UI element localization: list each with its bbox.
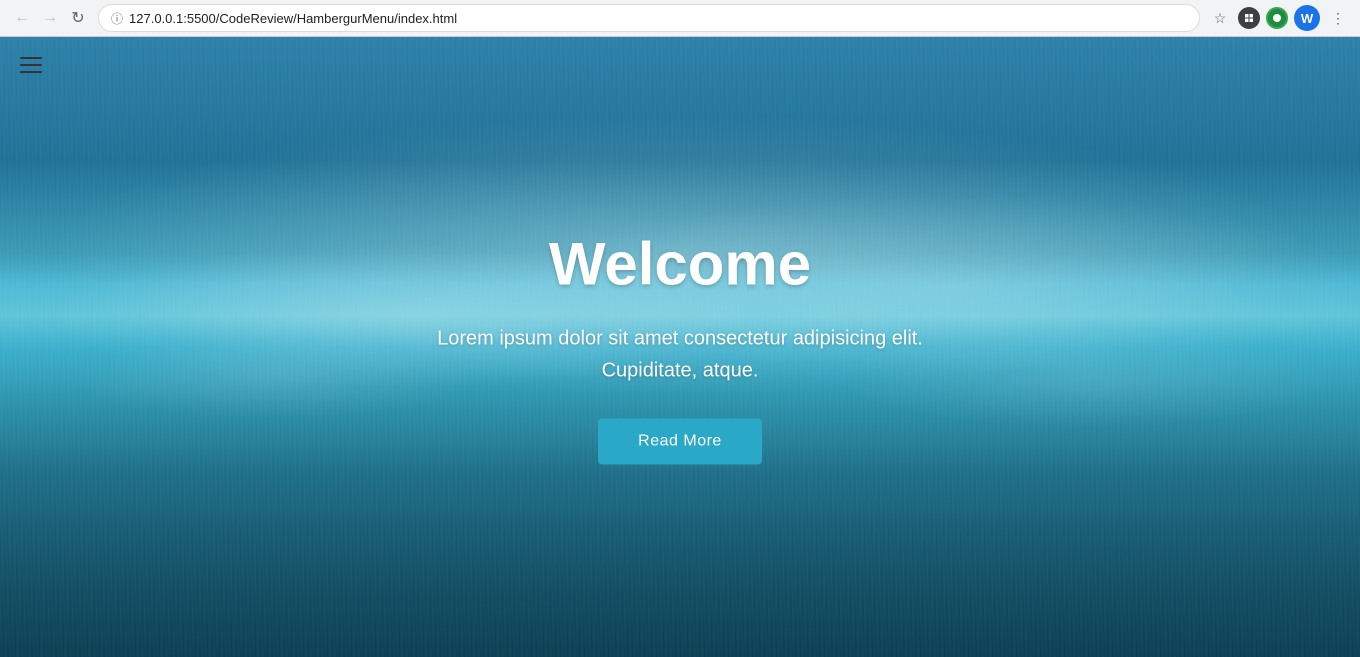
profile-button[interactable]: W (1294, 5, 1320, 31)
hamburger-line-2 (20, 64, 42, 66)
hero-title: Welcome (330, 230, 1030, 299)
browser-chrome: ← → ↻ ⓘ ☆ W ⋮ (0, 0, 1360, 37)
website-container: Welcome Lorem ipsum dolor sit amet conse… (0, 37, 1360, 657)
extension-icon-1 (1238, 7, 1260, 29)
menu-button[interactable]: ⋮ (1326, 6, 1350, 30)
hero-subtitle: Lorem ipsum dolor sit amet consectetur a… (330, 323, 1030, 387)
forward-button[interactable]: → (38, 6, 62, 30)
hero-subtitle-line1: Lorem ipsum dolor sit amet consectetur a… (437, 328, 923, 350)
hero-content: Welcome Lorem ipsum dolor sit amet conse… (330, 230, 1030, 465)
browser-actions: ☆ W ⋮ (1208, 5, 1350, 31)
lock-icon: ⓘ (111, 10, 123, 27)
extension-icon-2 (1266, 7, 1288, 29)
url-input[interactable] (129, 11, 1187, 26)
reload-button[interactable]: ↻ (66, 6, 90, 30)
nav-buttons: ← → ↻ (10, 6, 90, 30)
hero-subtitle-line2: Cupiditate, atque. (602, 360, 759, 382)
star-button[interactable]: ☆ (1208, 6, 1232, 30)
hamburger-line-3 (20, 71, 42, 73)
browser-toolbar: ← → ↻ ⓘ ☆ W ⋮ (0, 0, 1360, 36)
back-button[interactable]: ← (10, 6, 34, 30)
hamburger-menu[interactable] (16, 53, 46, 77)
read-more-button[interactable]: Read More (598, 419, 762, 465)
hamburger-line-1 (20, 57, 42, 59)
address-bar[interactable]: ⓘ (98, 4, 1200, 32)
